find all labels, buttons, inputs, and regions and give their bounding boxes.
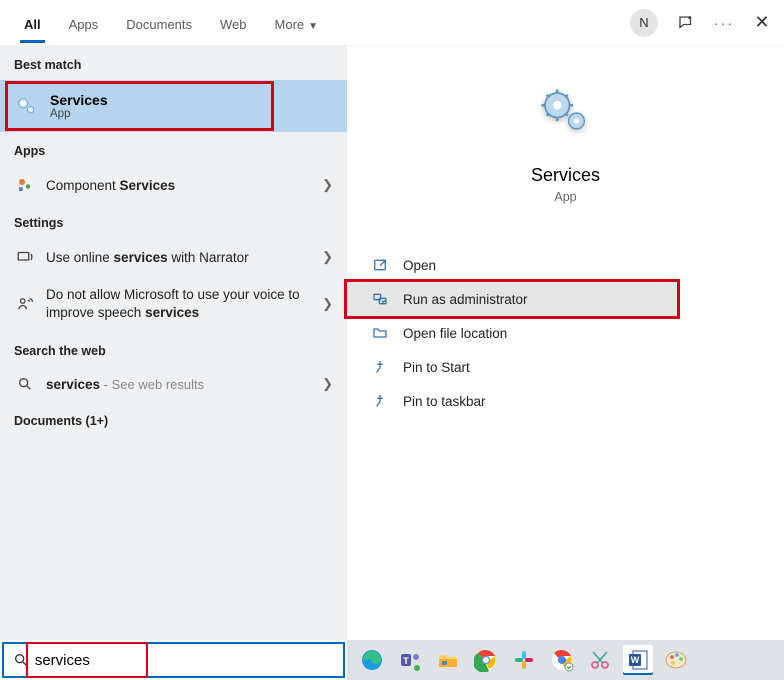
result-label: Do not allow Microsoft to use your voice… [46,286,322,322]
section-documents: Documents (1+) [0,402,347,436]
svg-text:T: T [403,656,409,666]
taskbar-snip-icon[interactable] [585,645,615,675]
taskbar-chrome-beta-icon[interactable] [547,645,577,675]
taskbar-chrome-icon[interactable] [471,645,501,675]
result-component-services[interactable]: Component Services ❯ [0,166,347,204]
tab-apps[interactable]: Apps [55,3,113,42]
preview-title: Services [531,165,600,186]
tab-documents[interactable]: Documents [112,3,206,42]
action-pin-to-taskbar[interactable]: Pin to taskbar [347,384,784,418]
gears-icon [14,94,38,118]
results-panel: Best match Services App Apps Component S… [0,46,347,640]
search-box[interactable] [2,642,345,678]
chevron-down-icon: ▼ [308,21,318,32]
search-input[interactable] [31,652,343,669]
section-settings: Settings [0,204,347,238]
best-match-subtitle: App [50,108,108,120]
tab-web[interactable]: Web [206,3,261,42]
chevron-right-icon: ❯ [322,177,333,193]
search-icon [12,652,31,668]
taskbar-slack-icon[interactable] [509,645,539,675]
best-match-item[interactable]: Services App [0,80,347,132]
tab-all[interactable]: All [10,3,55,42]
action-label: Pin to Start [403,360,470,375]
chevron-right-icon: ❯ [322,296,333,312]
section-best-match: Best match [0,46,347,80]
action-label: Pin to taskbar [403,394,486,409]
preview-panel: Services App Open Run as administrator O… [347,46,784,640]
action-pin-to-start[interactable]: Pin to Start [347,350,784,384]
header-bar: All Apps Documents Web More▼ N ··· ✕ [0,0,784,46]
taskbar-paint-icon[interactable] [661,645,691,675]
taskbar-word-icon[interactable]: W [623,645,653,675]
component-services-icon [14,176,36,194]
result-narrator-services[interactable]: Use online services with Narrator ❯ [0,238,347,276]
feedback-icon[interactable] [676,13,696,33]
action-open-file-location[interactable]: Open file location [347,316,784,350]
result-web-services[interactable]: services - See web results ❯ [0,366,347,402]
taskbar-explorer-icon[interactable] [433,645,463,675]
result-label: services - See web results [46,377,322,392]
preview-subtitle: App [554,190,576,204]
admin-icon [367,291,393,307]
close-icon[interactable]: ✕ [752,13,772,33]
narrator-icon [14,248,36,266]
avatar[interactable]: N [630,9,658,37]
chevron-right-icon: ❯ [322,376,333,392]
svg-text:W: W [631,655,640,665]
tab-more[interactable]: More▼ [261,3,333,42]
preview-gears-icon [538,86,594,147]
action-open[interactable]: Open [347,248,784,282]
taskbar: T W [347,640,784,680]
result-speech-services[interactable]: Do not allow Microsoft to use your voice… [0,276,347,332]
pin-icon [367,393,393,409]
open-icon [367,257,393,273]
pin-icon [367,359,393,375]
action-run-as-admin[interactable]: Run as administrator [347,282,677,316]
action-label: Run as administrator [403,292,528,307]
best-match-title: Services [50,92,108,108]
folder-icon [367,325,393,341]
speech-icon [14,295,36,313]
section-search-web: Search the web [0,332,347,366]
result-label: Component Services [46,178,322,193]
action-label: Open file location [403,326,507,341]
section-apps: Apps [0,132,347,166]
taskbar-teams-icon[interactable]: T [395,645,425,675]
chevron-right-icon: ❯ [322,249,333,265]
filter-tabs: All Apps Documents Web More▼ [10,3,332,42]
taskbar-edge-icon[interactable] [357,645,387,675]
highlight-box [8,84,271,128]
more-options-icon[interactable]: ··· [714,13,734,33]
result-label: Use online services with Narrator [46,250,322,265]
search-icon [14,376,36,392]
action-label: Open [403,258,436,273]
